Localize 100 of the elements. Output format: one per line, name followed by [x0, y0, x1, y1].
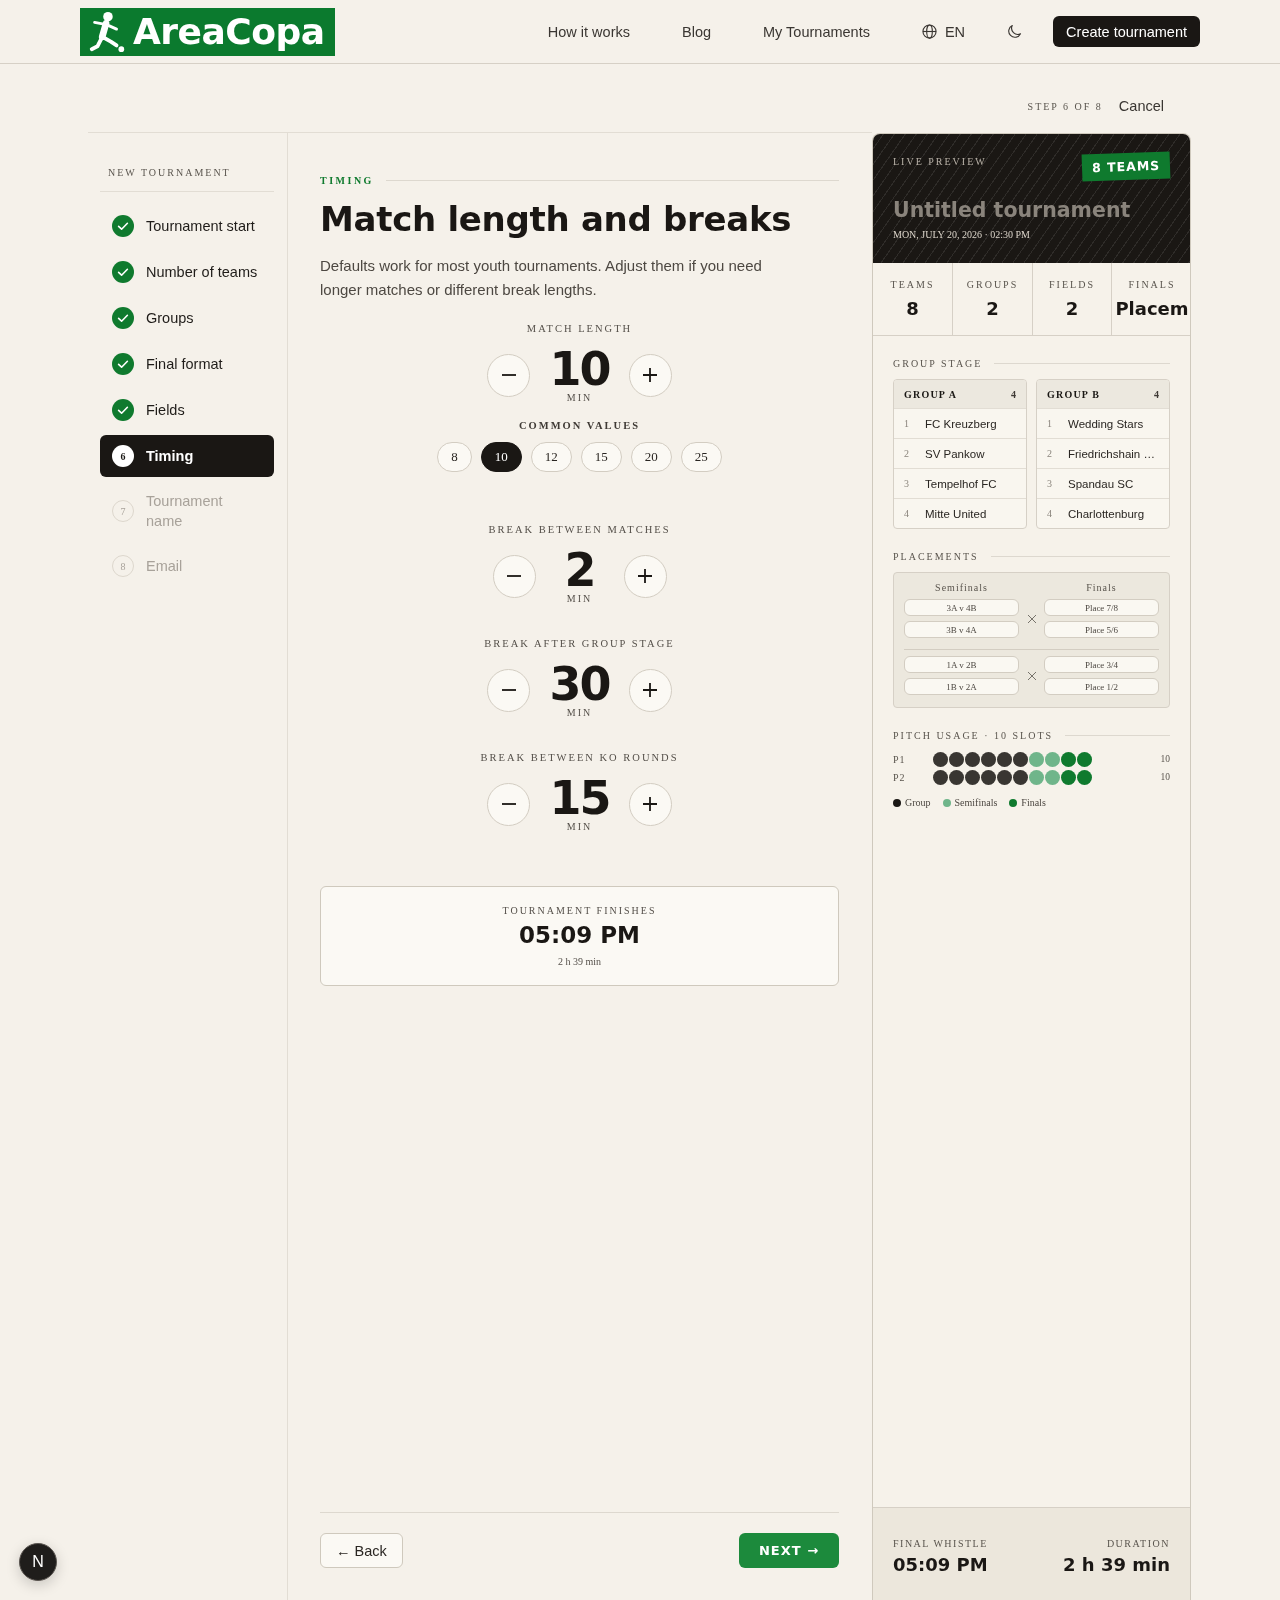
value-chip[interactable]: 8	[437, 442, 472, 472]
step-item[interactable]: 6 Timing	[100, 435, 274, 477]
unit-label: MIN	[566, 392, 593, 403]
legend-label: Semifinals	[954, 797, 998, 808]
footer-value: 2 h 39 min	[1063, 1554, 1170, 1575]
team-rank: 3	[1047, 478, 1053, 489]
slot-dot-icon	[1061, 769, 1076, 785]
slot-dot-icon	[1013, 751, 1028, 767]
slot-dot-icon	[949, 769, 964, 785]
stat-value: 2	[1065, 298, 1079, 319]
logo-link[interactable]: AreaCopa	[80, 7, 335, 56]
team-name: Mitte United	[925, 507, 987, 520]
cancel-link[interactable]: Cancel	[1118, 98, 1164, 114]
slot-dot-icon	[949, 751, 964, 767]
stepper-label: BREAK AFTER GROUP STAGE	[484, 638, 675, 649]
pitch-label: P1	[893, 753, 907, 765]
stepper-label: BREAK BETWEEN MATCHES	[488, 524, 671, 535]
stepper-value: 10	[549, 347, 610, 391]
value-chip[interactable]: 25	[680, 442, 722, 472]
footer-label: FINAL WHISTLE	[893, 1538, 988, 1549]
section-label: TIMING	[320, 175, 374, 186]
nav-link[interactable]: How it works	[547, 23, 630, 40]
slot-dot-icon	[981, 751, 996, 767]
slot-dot-icon	[933, 769, 948, 785]
match-slot: 1A v 2B	[904, 656, 1019, 673]
minus-icon	[502, 374, 516, 376]
stepper-label: MATCH LENGTH	[526, 323, 633, 334]
stat-label: FIELDS	[1049, 279, 1095, 290]
slot-dot-icon	[965, 769, 980, 785]
minus-icon	[502, 689, 516, 691]
step-item[interactable]: Final format	[100, 343, 274, 385]
dev-tools-button[interactable]: N	[19, 1543, 57, 1581]
value-chip[interactable]: 12	[530, 442, 572, 472]
step-item[interactable]: Groups	[100, 297, 274, 339]
unit-label: MIN	[566, 707, 593, 718]
value-chip[interactable]: 10	[480, 442, 522, 472]
match-slot: Place 5/6	[1044, 621, 1159, 638]
step-item[interactable]: Fields	[100, 389, 274, 431]
bracket-column-label: Finals	[1085, 582, 1118, 593]
finish-time: 05:09 PM	[519, 922, 640, 948]
plus-icon	[643, 683, 657, 697]
slot-dot-icon	[1029, 751, 1044, 767]
team-rank: 2	[1047, 448, 1053, 459]
value-chip[interactable]: 15	[580, 442, 622, 472]
x-mark-icon	[1027, 614, 1036, 623]
legend-label: Finals	[1021, 797, 1046, 808]
theme-toggle-button[interactable]	[1007, 24, 1023, 39]
common-values-label: COMMON VALUES	[519, 420, 640, 431]
step-number: 6	[112, 445, 134, 467]
slot-dot-icon	[965, 751, 980, 767]
team-rank: 1	[904, 418, 910, 429]
slot-dot-icon	[1077, 769, 1092, 785]
next-button[interactable]: NEXT →	[739, 1533, 839, 1568]
team-count-badge: 8 TEAMS	[1081, 151, 1171, 182]
group-count: 4	[1154, 388, 1159, 400]
group-count: 4	[1011, 388, 1016, 400]
match-slot: Place 7/8	[1044, 599, 1159, 616]
slot-dot-icon	[1045, 751, 1060, 767]
team-name: Tempelhof FC	[925, 477, 997, 490]
slot-dot-icon	[981, 769, 996, 785]
slot-dot-icon	[1045, 769, 1060, 785]
group-name: GROUP A	[904, 388, 958, 400]
plus-icon	[638, 569, 652, 583]
team-name: FC Kreuzberg	[925, 417, 997, 430]
tournament-date: MON, JULY 20, 2026 · 02:30 PM	[893, 229, 1030, 240]
team-name: Spandau SC	[1068, 477, 1134, 490]
stat-value: 8	[906, 298, 919, 319]
finish-duration: 2 h 39 min	[557, 956, 602, 967]
team-name: Charlottenburg	[1068, 507, 1145, 520]
stepper-value: 2	[564, 548, 595, 592]
team-rank: 1	[1047, 418, 1053, 429]
nav-link[interactable]: My Tournaments	[763, 23, 870, 40]
finish-label: TOURNAMENT FINISHES	[502, 905, 657, 916]
language-button[interactable]: EN	[921, 23, 966, 40]
match-slot: 3A v 4B	[904, 599, 1019, 616]
legend-label: Group	[905, 797, 931, 808]
step-counter: STEP 6 OF 8	[1027, 100, 1103, 112]
match-slot: Place 1/2	[1044, 678, 1159, 695]
stepper-value: 30	[549, 662, 610, 706]
pitch-label: P2	[893, 771, 907, 783]
team-rank: 2	[904, 448, 910, 459]
unit-label: MIN	[566, 821, 593, 832]
slot-dot-icon	[997, 769, 1012, 785]
nav-link[interactable]: Blog	[682, 23, 711, 40]
slot-dot-icon	[1077, 751, 1092, 767]
create-tournament-button[interactable]: Create tournament	[1053, 16, 1200, 47]
group-name: GROUP B	[1047, 388, 1101, 400]
footer-label: DURATION	[1105, 1538, 1170, 1549]
player-icon	[87, 10, 127, 53]
stepper-label: BREAK BETWEEN KO ROUNDS	[480, 752, 679, 763]
stat-label: GROUPS	[966, 279, 1019, 290]
step-item[interactable]: Number of teams	[100, 251, 274, 293]
back-button[interactable]: ← Back	[320, 1533, 403, 1568]
value-chip[interactable]: 20	[630, 442, 672, 472]
bracket-column-label: Semifinals	[934, 582, 989, 593]
step-item[interactable]: Tournament start	[100, 205, 274, 247]
minus-icon	[502, 803, 516, 805]
stat-value: 2	[986, 298, 999, 319]
team-name: SV Pankow	[925, 447, 985, 460]
preview-label: LIVE PREVIEW	[893, 156, 987, 167]
